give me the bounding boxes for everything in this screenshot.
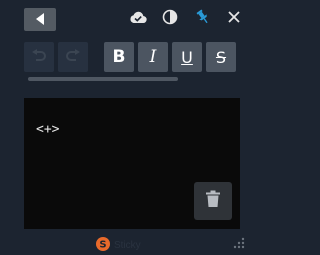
back-button[interactable] [24, 8, 56, 31]
redo-icon [65, 48, 81, 67]
trash-icon [205, 190, 221, 212]
cloud-check-icon[interactable] [129, 8, 147, 26]
brand-logo: S Sticky [96, 236, 141, 255]
undo-icon [31, 48, 47, 67]
note-editor[interactable]: <+> [24, 98, 240, 229]
note-content[interactable]: <+> [36, 122, 59, 137]
pin-icon[interactable] [194, 8, 212, 26]
svg-text:S: S [99, 240, 106, 251]
italic-button[interactable]: I [138, 42, 168, 72]
redo-button[interactable] [58, 42, 88, 72]
delete-button[interactable] [194, 182, 232, 220]
resize-grip-icon[interactable] [230, 234, 246, 250]
close-icon[interactable] [225, 8, 243, 26]
top-bar [0, 0, 250, 38]
back-arrow-icon [35, 10, 45, 29]
strikethrough-button[interactable]: S [206, 42, 236, 72]
underline-button[interactable]: U [172, 42, 202, 72]
sticky-logo-icon: S [96, 236, 110, 255]
contrast-icon[interactable] [161, 8, 179, 26]
toolbar-scrollbar[interactable] [28, 77, 178, 81]
bold-button[interactable]: B [104, 42, 134, 72]
brand-label: Sticky [114, 240, 141, 251]
undo-button[interactable] [24, 42, 54, 72]
